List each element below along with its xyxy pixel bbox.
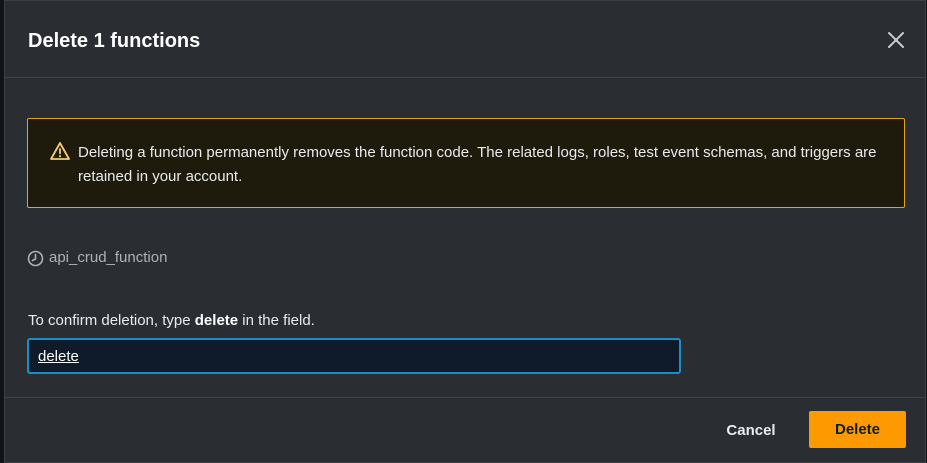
confirm-delete-input[interactable] <box>27 338 681 374</box>
warning-icon <box>50 142 70 160</box>
dialog-footer: Cancel Delete <box>5 397 925 463</box>
dialog-header: Delete 1 functions <box>5 1 925 78</box>
warning-alert: Deleting a function permanently removes … <box>27 118 905 208</box>
alert-message: Deleting a function permanently removes … <box>78 144 877 185</box>
confirm-label-keyword: delete <box>194 312 239 329</box>
confirm-label-prefix: To confirm deletion, type <box>28 312 195 329</box>
confirm-label-suffix: in the field. <box>238 312 315 329</box>
dialog-title: Delete 1 functions <box>28 30 201 52</box>
close-icon <box>888 32 904 48</box>
clock-icon <box>27 250 44 266</box>
close-button[interactable] <box>885 29 907 51</box>
confirm-label: To confirm deletion, type delete in the … <box>28 311 315 331</box>
delete-button[interactable]: Delete <box>809 411 906 448</box>
delete-functions-dialog: Delete 1 functions Deleting a function p… <box>4 0 926 463</box>
function-name: api_crud_function <box>49 249 168 266</box>
cancel-button[interactable]: Cancel <box>711 412 791 448</box>
function-item: api_crud_function <box>27 248 167 268</box>
